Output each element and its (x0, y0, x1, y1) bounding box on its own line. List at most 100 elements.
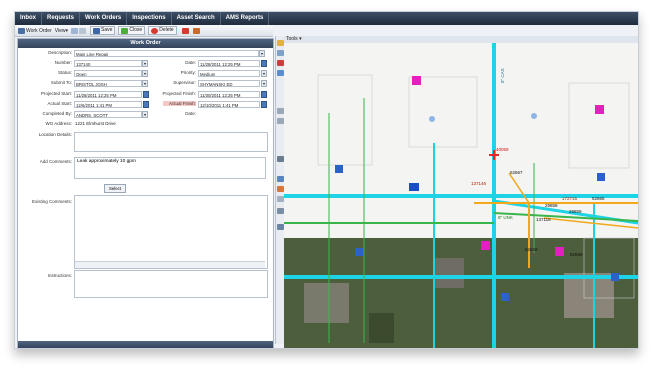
hydrant-icon[interactable] (501, 293, 509, 301)
supervisor-select[interactable]: SHYMANSKI ED (198, 80, 260, 87)
select-tool-icon[interactable] (277, 118, 284, 124)
valve-icon[interactable] (409, 183, 419, 191)
submit-dropdown[interactable]: ▾ (142, 80, 148, 87)
location-details-textarea[interactable] (74, 132, 268, 152)
priority-select[interactable]: Medium (198, 70, 260, 77)
instructions-textarea[interactable] (74, 270, 268, 298)
completed-by-label: Completed By: (42, 111, 72, 116)
calendar-icon[interactable] (143, 101, 149, 108)
close-button[interactable]: Close (118, 26, 146, 35)
select-button[interactable]: Select (104, 184, 126, 193)
map-label: 29859 (569, 209, 582, 214)
calendar-icon[interactable] (261, 101, 267, 108)
row-submit: Submit To: BRISTOL JOSH ▾ Supervisor: SH… (18, 80, 273, 90)
row-description: Description: Main Line Repair ▾ (18, 50, 273, 60)
status-dropdown[interactable]: ▾ (142, 70, 148, 77)
delete-button[interactable]: Delete (148, 26, 177, 35)
search-icon[interactable] (277, 176, 284, 182)
hydrant-icon[interactable] (355, 248, 363, 256)
print-icon[interactable] (71, 27, 79, 34)
map-label: 52667 (510, 170, 523, 175)
work-order-toolbar: Work Order View ▾ Save Close Delete (15, 25, 273, 37)
manhole-icon[interactable] (531, 113, 537, 119)
supervisor-dropdown[interactable]: ▾ (261, 80, 267, 87)
bookmark-icon[interactable] (192, 27, 200, 34)
priority-dropdown[interactable]: ▾ (261, 70, 267, 77)
map-label: 52668 (525, 247, 538, 252)
calendar-icon[interactable] (143, 91, 149, 98)
date-field[interactable]: 11/28/2011 12:25 PM (198, 60, 260, 67)
export-icon[interactable] (79, 27, 87, 34)
actual-start-field[interactable]: 12/6/2011 1:41 PM (74, 101, 142, 108)
marker-icon[interactable] (555, 247, 564, 256)
description-field[interactable]: Main Line Repair (74, 50, 259, 57)
date-label: Date: (185, 60, 196, 65)
actual-finish-field[interactable]: 12/10/2011 1:41 PM (198, 101, 260, 108)
work-order-menu-label: Work Order (26, 27, 52, 34)
description-dropdown[interactable]: ▾ (259, 50, 265, 57)
view-menu-label: View (54, 27, 66, 34)
existing-comments-box[interactable] (74, 195, 268, 269)
tab-work-orders[interactable]: Work Orders (80, 12, 128, 25)
identify-icon[interactable] (277, 60, 284, 66)
address-label: WO Address: (45, 121, 72, 126)
tab-ams-reports[interactable]: AMS Reports (221, 12, 270, 25)
submit-select[interactable]: BRISTOL JOSH (74, 80, 142, 87)
hydrant-icon[interactable] (335, 165, 343, 173)
marker-icon[interactable] (595, 105, 604, 114)
address-value: 1221 Elmhurst Drive (75, 121, 116, 126)
pin-icon[interactable] (181, 27, 189, 34)
work-order-menu[interactable]: Work Order (18, 27, 52, 34)
row-completed: Completed By: ANDRS, SCOTT ▾ Date: (18, 111, 273, 121)
map-tools-bar[interactable]: Tools ▾ (284, 36, 638, 43)
chevron-down-icon: ▾ (65, 27, 69, 34)
measure-icon[interactable] (277, 108, 284, 114)
status-label: Status: (57, 70, 72, 75)
manhole-icon[interactable] (429, 116, 435, 122)
wrench-icon (18, 27, 25, 34)
hydrant-icon[interactable] (597, 173, 605, 181)
number-field[interactable]: 137140 (74, 60, 142, 67)
tab-inbox[interactable]: Inbox (15, 12, 42, 25)
marker-icon[interactable] (481, 241, 490, 250)
row-actual: Actual Start: 12/6/2011 1:41 PM Actual F… (18, 101, 273, 111)
pan-tool-icon[interactable] (277, 40, 284, 46)
settings-icon[interactable] (277, 208, 284, 214)
calendar-icon[interactable] (261, 60, 267, 67)
print-map-icon[interactable] (277, 196, 284, 202)
projected-start-label: Projected Start: (40, 91, 72, 96)
work-order-panel: Work Order Description: Main Line Repair… (17, 38, 274, 348)
view-menu[interactable]: View ▾ (55, 28, 68, 34)
globe-icon[interactable] (277, 186, 284, 192)
horizontal-scrollbar[interactable] (75, 261, 265, 268)
map-label: 8" CAS (500, 68, 505, 83)
layers-icon[interactable] (277, 70, 284, 76)
calendar-icon[interactable] (261, 91, 267, 98)
marker-icon[interactable] (412, 76, 421, 85)
zoom-out-icon[interactable] (277, 224, 284, 230)
gis-map[interactable]: 40059 52667 137146 172715 52665 29858 29… (284, 43, 638, 348)
row-address: WO Address: 1221 Elmhurst Drive (18, 121, 273, 131)
projected-finish-field[interactable]: 11/30/2011 12:25 PM (198, 91, 260, 98)
zoom-in-icon[interactable] (277, 50, 284, 56)
hydrant-icon[interactable] (611, 273, 619, 281)
tools-menu-label: Tools (286, 36, 298, 42)
status-select[interactable]: Open (74, 70, 142, 77)
add-comments-textarea[interactable]: Leak approximately 10 gpm (74, 157, 266, 179)
number-dropdown[interactable]: ▾ (142, 60, 148, 67)
aerial-trees (369, 313, 394, 343)
tab-requests[interactable]: Requests (42, 12, 81, 25)
projected-start-field[interactable]: 11/28/2011 12:25 PM (74, 91, 142, 98)
number-label: Number: (54, 60, 72, 65)
grid-icon[interactable] (277, 156, 284, 162)
map-label: 52665 (592, 196, 605, 201)
save-button[interactable]: Save (90, 26, 116, 35)
row-projected: Projected Start: 11/28/2011 12:25 PM Pro… (18, 91, 273, 101)
completed-by-dropdown[interactable]: ▾ (142, 111, 148, 118)
tab-asset-search[interactable]: Asset Search (172, 12, 221, 25)
completed-by-select[interactable]: ANDRS, SCOTT (74, 111, 142, 118)
save-icon (93, 27, 101, 34)
aerial-rooftop (434, 258, 464, 288)
description-label: Description: (48, 50, 72, 55)
tab-inspections[interactable]: Inspections (127, 12, 172, 25)
